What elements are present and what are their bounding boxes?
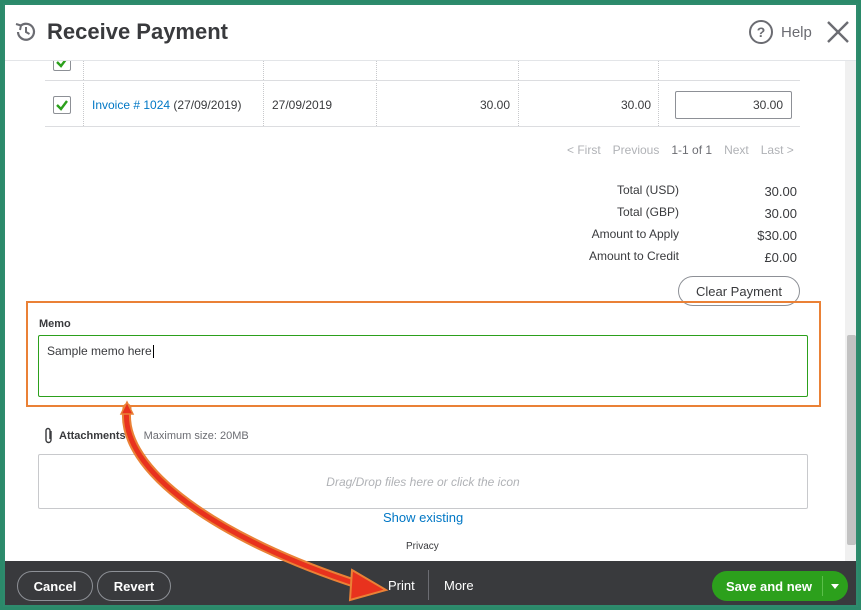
dropdown-caret-icon[interactable] <box>831 583 839 589</box>
column-divider <box>518 61 519 80</box>
memo-text: Sample memo here <box>47 344 152 358</box>
paperclip-icon[interactable] <box>43 427 55 445</box>
row-checkbox-partial[interactable] <box>53 61 71 71</box>
revert-button[interactable]: Revert <box>97 571 171 601</box>
help-button[interactable]: ? Help <box>749 19 812 45</box>
amount-to-credit-row: Amount to Credit £0.00 <box>545 247 797 269</box>
footer-bar: Cancel Revert Print More Save and new <box>5 561 856 605</box>
pagination: < First Previous 1-1 of 1 Next Last > <box>567 143 794 157</box>
memo-label: Memo <box>39 318 71 330</box>
invoice-description: Invoice # 1024 (27/09/2019) <box>92 98 241 112</box>
total-gbp-label: Total (GBP) <box>616 205 679 219</box>
total-usd-value: 30.00 <box>764 184 797 199</box>
total-gbp-value: 30.00 <box>764 206 797 221</box>
amount-to-credit-value: £0.00 <box>764 250 797 265</box>
column-divider <box>658 83 659 126</box>
attachments-dropzone[interactable]: Drag/Drop files here or click the icon <box>38 454 808 509</box>
header: Receive Payment ? Help <box>5 5 856 61</box>
original-amount: 30.00 <box>479 98 510 112</box>
due-date: 27/09/2019 <box>272 98 333 112</box>
table-row-partial <box>45 61 800 81</box>
print-button[interactable]: Print <box>388 578 415 593</box>
content-area: Invoice # 1024 (27/09/2019) 27/09/2019 3… <box>5 61 845 561</box>
amount-to-apply-row: Amount to Apply $30.00 <box>545 225 797 247</box>
receive-payment-window: Receive Payment ? Help Invoice # 1024 (2… <box>3 3 858 607</box>
scrollbar-thumb[interactable] <box>847 335 856 545</box>
more-button[interactable]: More <box>444 578 474 593</box>
show-existing-link[interactable]: Show existing <box>383 510 463 525</box>
text-caret <box>152 345 154 359</box>
cancel-button[interactable]: Cancel <box>17 571 93 601</box>
invoice-date: (27/09/2019) <box>173 98 242 112</box>
column-divider <box>83 83 84 126</box>
page-title: Receive Payment <box>47 19 228 44</box>
save-and-new-button[interactable]: Save and new <box>712 571 848 601</box>
totals-summary: Total (USD) 30.00 Total (GBP) 30.00 Amou… <box>545 181 797 269</box>
column-divider <box>376 61 377 80</box>
row-checkbox[interactable] <box>53 96 71 114</box>
help-icon: ? <box>749 20 773 44</box>
attachments-header: Attachments Maximum size: 20MB <box>43 427 249 445</box>
column-divider <box>376 83 377 126</box>
checkbox-checked-icon <box>56 61 67 68</box>
pager-last[interactable]: Last > <box>761 143 794 157</box>
column-divider <box>518 83 519 126</box>
total-usd-label: Total (USD) <box>616 183 679 197</box>
open-balance: 30.00 <box>620 98 651 112</box>
amount-to-apply-label: Amount to Apply <box>591 227 679 241</box>
amount-to-apply-value: $30.00 <box>757 228 797 243</box>
max-size-label: Maximum size: 20MB <box>143 430 249 442</box>
column-divider <box>658 61 659 80</box>
table-row: Invoice # 1024 (27/09/2019) 27/09/2019 3… <box>45 83 800 127</box>
invoice-link[interactable]: Invoice # 1024 <box>92 98 170 112</box>
pager-range: 1-1 of 1 <box>671 143 713 157</box>
column-divider <box>263 83 264 126</box>
pager-previous[interactable]: Previous <box>613 143 660 157</box>
column-divider <box>263 61 264 80</box>
pager-next[interactable]: Next <box>724 143 749 157</box>
save-split-divider <box>822 576 823 596</box>
footer-divider <box>428 570 429 600</box>
help-label: Help <box>781 23 812 41</box>
amount-to-credit-label: Amount to Credit <box>588 249 679 263</box>
column-divider <box>83 61 84 80</box>
save-and-new-label: Save and new <box>726 578 812 594</box>
privacy-link[interactable]: Privacy <box>406 541 439 552</box>
checkbox-checked-icon <box>56 100 68 111</box>
history-icon[interactable] <box>13 19 39 45</box>
payment-amount-input[interactable]: 30.00 <box>675 91 792 119</box>
pager-first[interactable]: < First <box>567 143 601 157</box>
total-gbp-row: Total (GBP) 30.00 <box>545 203 797 225</box>
attachments-label: Attachments <box>59 430 126 442</box>
total-usd-row: Total (USD) 30.00 <box>545 181 797 203</box>
close-icon[interactable] <box>825 19 851 45</box>
memo-textarea[interactable]: Sample memo here <box>38 335 808 397</box>
